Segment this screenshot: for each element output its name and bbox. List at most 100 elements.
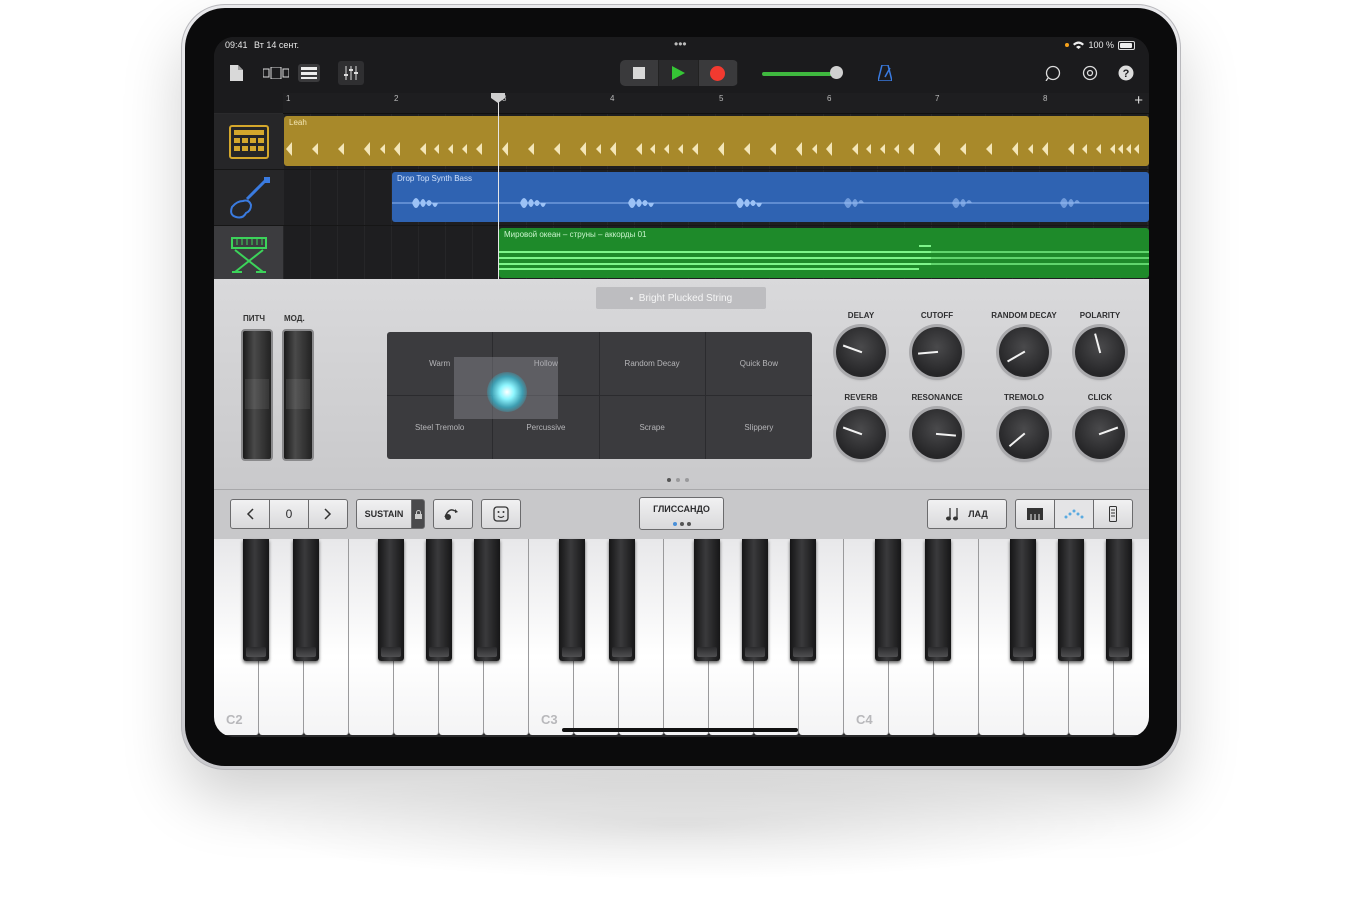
black-key[interactable] <box>243 539 269 661</box>
record-button[interactable] <box>698 60 738 86</box>
strip-layout-button[interactable] <box>1093 499 1133 529</box>
settings-gear-icon[interactable] <box>1080 63 1100 83</box>
track-lane-keyboard: Мировой океан – струны – аккорды 01 <box>283 226 1149 282</box>
sound-xy-pad[interactable]: Warm Hollow Random Decay Quick Bow Steel… <box>387 332 812 459</box>
play-button[interactable] <box>659 60 699 86</box>
knob-label: DELAY <box>847 311 875 320</box>
my-songs-icon[interactable] <box>228 62 244 84</box>
instrument-panel: Bright Plucked String ПИТЧ МОД. Warm Hol… <box>214 279 1149 489</box>
black-key[interactable] <box>609 539 635 661</box>
knob-label: POLARITY <box>1079 311 1121 320</box>
black-key[interactable] <box>426 539 452 661</box>
region-leah[interactable]: Leah <box>284 116 1149 166</box>
multitask-dots-icon[interactable]: ••• <box>674 37 687 51</box>
octave-up-button[interactable] <box>308 499 348 529</box>
drum-machine-icon <box>228 124 269 159</box>
pad-touch-point[interactable] <box>487 372 527 412</box>
track-header-keyboard[interactable] <box>214 226 283 282</box>
play-icon <box>671 66 685 80</box>
tracks-view-icon[interactable] <box>298 64 320 82</box>
bar-number: 5 <box>719 94 724 103</box>
cutoff-knob[interactable] <box>912 327 962 377</box>
metronome-icon[interactable] <box>876 63 894 83</box>
black-key[interactable] <box>1010 539 1036 661</box>
loop-browser-icon[interactable] <box>1043 63 1063 83</box>
privacy-indicator-icon <box>1065 43 1070 47</box>
master-volume-knob[interactable] <box>830 66 843 79</box>
track-header-drums[interactable] <box>214 114 283 170</box>
black-key[interactable] <box>790 539 816 661</box>
track-lane-bass: Drop Top Synth Bass <box>283 170 1149 226</box>
click-knob[interactable] <box>1075 409 1125 459</box>
arpeggio-dots-icon <box>1064 509 1084 519</box>
delay-knob[interactable] <box>836 327 886 377</box>
smart-controls-button[interactable] <box>481 499 521 529</box>
black-key[interactable] <box>474 539 500 661</box>
scale-button[interactable]: ЛАД <box>927 499 1007 529</box>
device-shadow <box>230 770 1130 880</box>
knob-label: CUTOFF <box>920 311 954 320</box>
region-midi-notes <box>499 245 1149 270</box>
black-key[interactable] <box>1058 539 1084 661</box>
help-icon[interactable]: ? <box>1116 63 1136 83</box>
bar-number: 1 <box>286 94 291 103</box>
pad-zone: Quick Bow <box>705 332 812 396</box>
pitch-wheel[interactable] <box>241 329 273 461</box>
track-header-bass[interactable] <box>214 170 283 226</box>
home-indicator[interactable] <box>562 728 798 732</box>
black-key[interactable] <box>293 539 319 661</box>
black-key[interactable] <box>875 539 901 661</box>
mixer-icon[interactable] <box>338 61 364 85</box>
polarity-knob[interactable] <box>1075 327 1125 377</box>
lock-icon <box>414 509 422 519</box>
region-drop-top-synth-bass[interactable]: Drop Top Synth Bass <box>392 172 1149 222</box>
bar-number: 4 <box>610 94 615 103</box>
ruler-header <box>214 93 283 113</box>
note-label-c3: C3 <box>541 712 558 727</box>
black-key[interactable] <box>925 539 951 661</box>
svg-text:?: ? <box>1123 68 1130 80</box>
pitch-strip-icon <box>1109 506 1117 522</box>
sustain-lock-button[interactable] <box>411 499 425 529</box>
black-key[interactable] <box>742 539 768 661</box>
resonance-knob[interactable] <box>912 409 962 459</box>
knob-label: TREMOLO <box>1004 393 1044 402</box>
arpeggio-layout-button[interactable] <box>1054 499 1094 529</box>
piano-keyboard: C2 C3 C4 <box>214 539 1149 737</box>
black-key[interactable] <box>1106 539 1132 661</box>
region-strings-chords[interactable]: Мировой океан – струны – аккорды 01 <box>499 228 1149 278</box>
chevron-left-icon <box>246 508 254 520</box>
record-icon <box>710 65 726 81</box>
toolbar: ? <box>214 55 1149 93</box>
black-key[interactable] <box>378 539 404 661</box>
status-date: Вт 14 сент. <box>254 40 299 50</box>
octave-down-button[interactable] <box>230 499 270 529</box>
black-key[interactable] <box>559 539 585 661</box>
pad-zone: Random Decay <box>599 332 706 396</box>
mod-wheel[interactable] <box>282 329 314 461</box>
stop-button[interactable] <box>620 60 660 86</box>
add-section-icon[interactable]: + <box>1134 92 1143 109</box>
bar-number: 6 <box>827 94 832 103</box>
page-indicator[interactable] <box>667 478 689 482</box>
pitch-label: ПИТЧ <box>243 314 266 323</box>
black-key[interactable] <box>694 539 720 661</box>
browser-view-icon[interactable] <box>262 64 290 82</box>
preset-selector[interactable]: Bright Plucked String <box>596 287 766 309</box>
playhead-line[interactable] <box>498 93 499 279</box>
octave-value: 0 <box>269 499 309 529</box>
glissando-button[interactable]: ГЛИССАНДО <box>639 497 724 530</box>
arpeggiator-icon <box>444 509 458 520</box>
reverb-knob[interactable] <box>836 409 886 459</box>
keys-layout-button[interactable] <box>1015 499 1055 529</box>
master-volume-track[interactable] <box>762 72 834 76</box>
tremolo-knob[interactable] <box>999 409 1049 459</box>
knob-label: RANDOM DECAY <box>991 311 1057 320</box>
sustain-button[interactable]: SUSTAIN <box>356 499 412 529</box>
random-decay-knob[interactable] <box>999 327 1049 377</box>
arpeggiator-button[interactable] <box>433 499 473 529</box>
battery-percent: 100 % <box>1088 40 1114 50</box>
glissando-label: ГЛИССАНДО <box>653 504 710 514</box>
note-label-c2: C2 <box>226 712 243 727</box>
timeline-ruler[interactable]: 1 2 3 4 5 6 7 8 + <box>283 92 1149 114</box>
